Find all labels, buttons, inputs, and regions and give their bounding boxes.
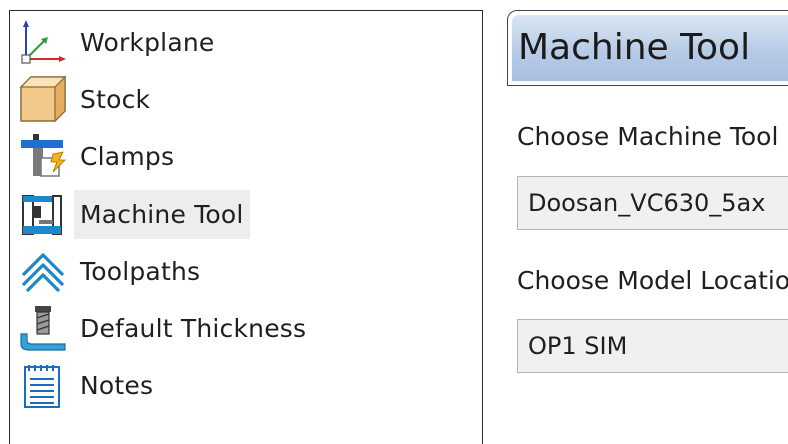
model-location-value: OP1 SIM — [528, 332, 628, 360]
tree-item-label: Toolpaths — [80, 256, 201, 286]
tree-item-default-thickness[interactable]: Default Thickness — [18, 301, 458, 355]
default-thickness-icon — [18, 303, 68, 353]
explorer-tree: Workplane Stock Clamps Machine Tool Tool… — [9, 10, 483, 444]
tree-item-toolpaths[interactable]: Toolpaths — [18, 244, 458, 298]
tree-item-stock[interactable]: Stock — [18, 72, 458, 126]
workplane-axes-icon — [18, 17, 68, 67]
properties-panel: Machine Tool Choose Machine Tool Doosan_… — [507, 10, 788, 444]
tree-item-label: Notes — [80, 370, 154, 400]
tree-item-notes[interactable]: Notes — [18, 358, 458, 412]
model-location-select[interactable]: OP1 SIM — [517, 319, 788, 373]
stock-box-icon — [18, 74, 68, 124]
tree-item-clamps[interactable]: Clamps — [18, 129, 458, 183]
tree-item-label: Default Thickness — [80, 313, 307, 343]
tree-item-label: Workplane — [80, 27, 215, 57]
machine-tool-select[interactable]: Doosan_VC630_5ax — [517, 176, 788, 230]
model-location-label: Choose Model Location — [517, 266, 788, 295]
tree-item-workplane[interactable]: Workplane — [18, 15, 458, 69]
tree-item-label: Clamps — [80, 141, 175, 171]
tree-item-label: Stock — [80, 84, 151, 114]
clamps-icon — [18, 131, 68, 181]
machine-tool-label: Choose Machine Tool — [517, 122, 779, 151]
panel-title: Machine Tool — [518, 27, 751, 68]
tree-item-machine-tool[interactable]: Machine Tool — [18, 187, 458, 241]
panel-header: Machine Tool — [507, 10, 788, 86]
toolpaths-icon — [18, 246, 68, 296]
notes-icon — [18, 360, 68, 410]
machine-tool-value: Doosan_VC630_5ax — [528, 189, 766, 217]
machine-tool-icon — [18, 189, 68, 239]
tree-item-label: Machine Tool — [74, 189, 250, 239]
machine-tool-dialog: Workplane Stock Clamps Machine Tool Tool… — [0, 0, 788, 444]
